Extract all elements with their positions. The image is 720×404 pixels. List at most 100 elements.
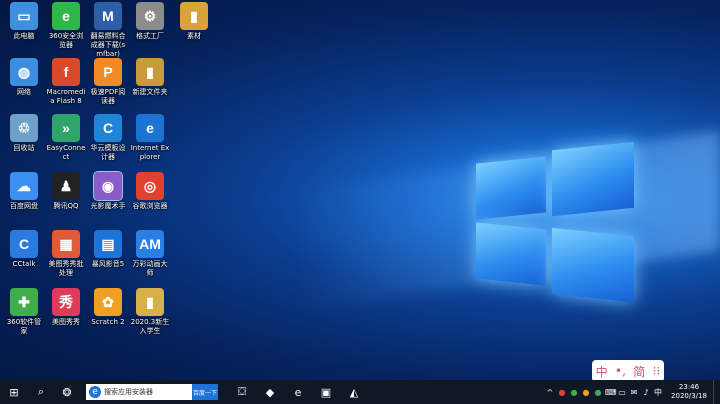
desktop-icon-image: C bbox=[94, 114, 122, 142]
desktop-icon-label: 腾讯QQ bbox=[53, 202, 79, 210]
desktop-icon[interactable]: e Internet Explorer bbox=[130, 114, 170, 162]
desktop-icon-label: 2020.3新生入学生 bbox=[130, 318, 170, 335]
tray-icon[interactable]: ^ bbox=[545, 388, 555, 397]
desktop-icon-label: 美图秀秀 bbox=[52, 318, 80, 326]
desktop-icon[interactable]: ✚ 360软件管家 bbox=[4, 288, 44, 336]
desktop-icon[interactable]: AM 万彩动画大师 bbox=[130, 230, 170, 278]
desktop-icon-label: 素材 bbox=[187, 32, 201, 40]
desktop-icon-label: Macromedia Flash 8 bbox=[46, 88, 86, 105]
taskbar-app-app5[interactable]: ◭ bbox=[340, 380, 368, 404]
desktop-icon[interactable]: 秀美图秀秀 bbox=[46, 288, 86, 327]
taskbar-app-app3[interactable]: e bbox=[284, 380, 312, 404]
ime-punctuation[interactable]: •, bbox=[615, 364, 626, 378]
ime-toolbar[interactable]: 中 •, 简 ⁝⁝ bbox=[592, 360, 664, 380]
desktop-icon[interactable]: ⚙ 格式工厂 bbox=[130, 2, 170, 41]
desktop-icon[interactable]: ▤ 暴风影音5 bbox=[88, 230, 128, 269]
desktop-icon-label: 360安全浏览器 bbox=[48, 32, 84, 49]
taskbar: ⊞ ⌕ ❂ e 搜索应用安装器 百度一下 ⛋ ◆ e ▣ ◭ ^ ● ● ● ● ⌨ ▭ ✉ ♪ 中 23… bbox=[0, 380, 720, 404]
desktop-icon[interactable]: C 华云模板设计器 bbox=[88, 114, 128, 162]
system-tray: ^ ● ● ● ● ⌨ ▭ ✉ ♪ 中 bbox=[545, 387, 663, 398]
desktop-icon-image: ♲ bbox=[10, 114, 38, 142]
desktop-icon-image: ◉ bbox=[93, 171, 123, 201]
desktop-icon[interactable]: ◎ 谷歌浏览器 bbox=[130, 172, 170, 211]
desktop-icon-label: Scratch 2 bbox=[91, 318, 125, 326]
desktop-icon-label: 百度网盘 bbox=[10, 202, 38, 210]
tray-icon[interactable]: ⌨ bbox=[605, 388, 617, 397]
clock-time: 23:46 bbox=[678, 383, 700, 391]
desktop-icon-image: ♟ bbox=[52, 172, 80, 200]
desktop-icon[interactable]: e 360安全浏览器 bbox=[46, 2, 86, 50]
desktop-icon-image: f bbox=[52, 58, 80, 86]
desktop-icon-label: 此电脑 bbox=[13, 32, 35, 40]
desktop-icon[interactable]: ◍ 网络 bbox=[4, 58, 44, 97]
desktop-icon-image: ◎ bbox=[136, 172, 164, 200]
ime-language[interactable]: 中 bbox=[596, 363, 608, 380]
browser-icon: e bbox=[89, 386, 101, 398]
ime-options-icon[interactable]: ⁝⁝ bbox=[653, 364, 661, 378]
tray-icon[interactable]: ♪ bbox=[641, 388, 651, 397]
tray-icon[interactable]: ✉ bbox=[629, 388, 639, 397]
desktop-icon-image: ⚙ bbox=[136, 2, 164, 30]
desktop-icon[interactable]: C CCtalk bbox=[4, 230, 44, 269]
desktop-icon[interactable]: M 翻易燃料合成器下载(smfbar) bbox=[88, 2, 128, 59]
desktop-icon[interactable]: ▭ 此电脑 bbox=[4, 2, 44, 41]
desktop-icon-label: 谷歌浏览器 bbox=[132, 202, 168, 210]
desktop-icon-label: 极速PDF阅读器 bbox=[90, 88, 126, 105]
desktop-icon-image: P bbox=[94, 58, 122, 86]
search-button[interactable]: 百度一下 bbox=[192, 384, 218, 400]
task-view-icon[interactable]: ❂ bbox=[54, 380, 80, 404]
desktop-icon-image: ✿ bbox=[94, 288, 122, 316]
desktop-icon-label: 网络 bbox=[17, 88, 31, 96]
desktop-icon-label: 华云模板设计器 bbox=[90, 144, 126, 161]
desktop-icon-label: 新建文件夹 bbox=[132, 88, 168, 96]
desktop-icon-label: 光影魔术手 bbox=[90, 202, 126, 210]
clock[interactable]: 23:46 2020/3/18 bbox=[669, 383, 709, 401]
pinned-apps: ⛋ ◆ e ▣ ◭ bbox=[228, 380, 368, 404]
desktop-icon-label: EasyConnect bbox=[46, 144, 86, 161]
desktop-icon-label: 回收站 bbox=[13, 144, 35, 152]
search-placeholder: 搜索应用安装器 bbox=[104, 388, 153, 396]
windows-logo-wallpaper bbox=[470, 140, 640, 310]
desktop[interactable]: ▭ 此电脑 e 360安全浏览器 M 翻易燃料合成器下载(smfbar) ⚙ 格式工厂 ▮ 素材 ◍… bbox=[0, 0, 720, 380]
desktop-icon-label: CCtalk bbox=[12, 260, 36, 268]
desktop-icon[interactable]: ✿ Scratch 2 bbox=[88, 288, 128, 327]
desktop-icon-image: » bbox=[52, 114, 80, 142]
start-button[interactable]: ⊞ bbox=[0, 380, 28, 404]
search-icon[interactable]: ⌕ bbox=[28, 380, 54, 404]
desktop-icon[interactable]: ▮ 新建文件夹 bbox=[130, 58, 170, 97]
show-desktop-button[interactable] bbox=[713, 380, 720, 404]
desktop-icon-image: ▦ bbox=[52, 230, 80, 258]
desktop-icon-image: ☁ bbox=[10, 172, 38, 200]
desktop-icon-image: ▮ bbox=[136, 58, 164, 86]
tray-icon[interactable]: ● bbox=[593, 388, 603, 397]
desktop-icon[interactable]: ▮ 素材 bbox=[174, 2, 214, 41]
desktop-icon[interactable]: ♲ 回收站 bbox=[4, 114, 44, 153]
tray-icon[interactable]: ● bbox=[557, 388, 567, 397]
tray-icon[interactable]: ● bbox=[581, 388, 591, 397]
desktop-icon[interactable]: » EasyConnect bbox=[46, 114, 86, 162]
desktop-icon[interactable]: P 极速PDF阅读器 bbox=[88, 58, 128, 106]
desktop-icon[interactable]: ▮ 2020.3新生入学生 bbox=[130, 288, 170, 336]
clock-date: 2020/3/18 bbox=[671, 392, 707, 400]
desktop-icon-image: ▤ bbox=[94, 230, 122, 258]
desktop-icon[interactable]: ☁ 百度网盘 bbox=[4, 172, 44, 211]
tray-icon[interactable]: ● bbox=[569, 388, 579, 397]
desktop-icon-label: 美图秀秀批处理 bbox=[48, 260, 84, 277]
tray-icon[interactable]: 中 bbox=[653, 387, 663, 398]
desktop-icon[interactable]: ♟ 腾讯QQ bbox=[46, 172, 86, 211]
ime-mode[interactable]: 简 bbox=[633, 363, 645, 380]
desktop-icon-image: ✚ bbox=[10, 288, 38, 316]
desktop-icon-image: M bbox=[94, 2, 122, 30]
desktop-icon[interactable]: f Macromedia Flash 8 bbox=[46, 58, 86, 106]
desktop-icon[interactable]: ▦ 美图秀秀批处理 bbox=[46, 230, 86, 278]
taskbar-app-store[interactable]: ⛋ bbox=[228, 380, 256, 404]
tray-icon[interactable]: ▭ bbox=[617, 388, 627, 397]
search-input[interactable]: e 搜索应用安装器 bbox=[86, 384, 192, 400]
desktop-icon-label: 万彩动画大师 bbox=[132, 260, 168, 277]
desktop-icon[interactable]: ◉ 光影魔术手 bbox=[88, 171, 128, 211]
desktop-icon-label: 暴风影音5 bbox=[91, 260, 125, 268]
taskbar-app-app4[interactable]: ▣ bbox=[312, 380, 340, 404]
taskbar-app-app2[interactable]: ◆ bbox=[256, 380, 284, 404]
desktop-icon-image: 秀 bbox=[52, 288, 80, 316]
desktop-icon-label: 格式工厂 bbox=[136, 32, 164, 40]
